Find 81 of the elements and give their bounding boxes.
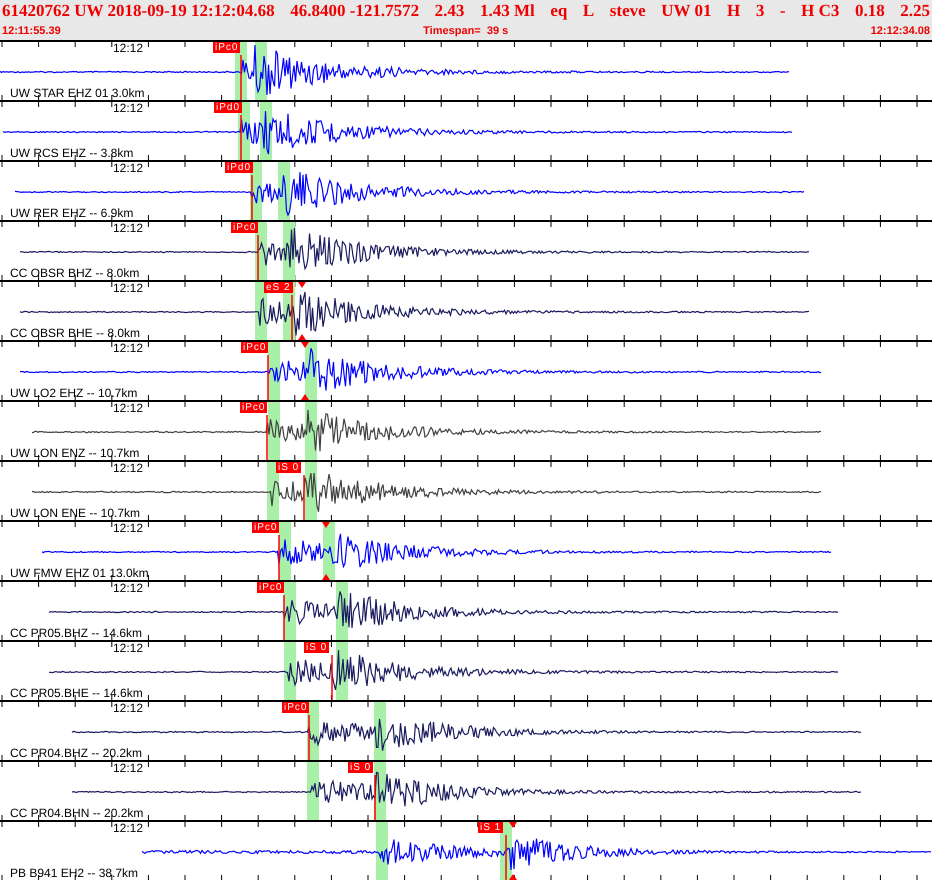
event-info: 2.25 — [900, 0, 930, 22]
pick-line[interactable] — [331, 655, 333, 700]
time-label: 12:12 — [113, 162, 144, 175]
triangle-marker[interactable] — [509, 874, 517, 880]
time-label: 12:12 — [113, 762, 144, 775]
time-label: 12:12 — [113, 522, 144, 535]
station-label: UW LO2 EHZ -- 10.7km — [10, 387, 138, 400]
event-info: steve — [610, 0, 646, 22]
event-info: - — [780, 0, 786, 22]
event-info: H C3 — [801, 0, 840, 22]
event-info: 61420762 UW 2018-09-19 12:12:04.68 — [2, 0, 275, 22]
end-time: 12:12:34.08 — [870, 24, 930, 39]
pick-line[interactable] — [240, 115, 242, 160]
pick-label[interactable]: iPc0 — [240, 402, 268, 413]
pick-line[interactable] — [266, 415, 268, 460]
event-info: eq — [550, 0, 568, 22]
event-info: 3 — [756, 0, 764, 22]
event-info: 2.43 — [434, 0, 464, 22]
station-label: CC PR04.BHZ -- 20.2km — [10, 747, 142, 760]
station-label: UW STAR EHZ 01 3.0km — [10, 87, 144, 100]
time-label: 12:12 — [113, 462, 144, 475]
pick-label[interactable]: iPc0 — [241, 342, 268, 353]
time-label: 12:12 — [113, 402, 144, 415]
event-info: H — [727, 0, 740, 22]
time-label: 12:12 — [113, 702, 144, 715]
station-label: CC OBSR BHZ -- 8.0km — [10, 267, 140, 280]
station-label: PB B941 EH2 -- 38.7km — [10, 867, 138, 880]
station-label: UW FMW EHZ 01 13.0km — [10, 567, 149, 580]
pick-line[interactable] — [303, 475, 305, 520]
pick-label[interactable]: iPc0 — [213, 42, 240, 53]
pick-line[interactable] — [251, 175, 253, 220]
timespan: Timespan= 39 s — [423, 24, 508, 39]
triangle-marker[interactable] — [301, 394, 309, 400]
triangle-marker[interactable] — [509, 822, 517, 828]
pick-label[interactable]: eS 2 — [264, 282, 293, 293]
event-info: 1.43 Ml — [480, 0, 535, 22]
pick-window — [284, 642, 296, 700]
station-label: CC PR04.BHN -- 20.2km — [10, 807, 144, 820]
pick-line[interactable] — [283, 595, 285, 640]
triangle-marker[interactable] — [322, 574, 330, 580]
triangle-marker[interactable] — [301, 342, 309, 348]
event-info: UW 01 — [661, 0, 712, 22]
pick-label[interactable]: iS 0 — [348, 762, 374, 773]
triangle-marker[interactable] — [298, 282, 306, 288]
time-label: 12:12 — [113, 222, 144, 235]
pick-label[interactable]: iPc0 — [252, 522, 280, 533]
time-label: 12:12 — [113, 342, 144, 355]
time-label: 12:12 — [113, 282, 144, 295]
event-info: L — [582, 0, 594, 22]
pick-label[interactable]: iS 0 — [304, 642, 330, 653]
pick-label[interactable]: iS 0 — [276, 462, 302, 473]
pick-line[interactable] — [308, 715, 310, 760]
triangle-marker[interactable] — [322, 522, 330, 528]
time-label: 12:12 — [113, 42, 144, 55]
pick-window — [307, 762, 319, 820]
pick-window — [376, 822, 388, 880]
pick-line[interactable] — [278, 535, 280, 580]
station-label: CC PR05.BHZ -- 14.6km — [10, 627, 142, 640]
event-info: 46.8400 -121.7572 — [290, 0, 420, 22]
time-label: 12:12 — [113, 642, 144, 655]
pick-line[interactable] — [374, 775, 376, 820]
pick-line[interactable] — [291, 295, 293, 340]
pick-label[interactable]: iS 1 — [478, 822, 504, 833]
station-label: UW LON ENE -- 10.7km — [10, 507, 140, 520]
pick-label[interactable]: iPc0 — [282, 702, 310, 713]
station-label: UW RCS EHZ -- 3.8km — [10, 147, 134, 160]
event-info: 0.18 — [854, 0, 885, 22]
triangle-marker[interactable] — [298, 334, 306, 340]
time-label: 12:12 — [113, 822, 144, 835]
start-time: 12:11:55.39 — [2, 24, 61, 39]
station-label: CC PR05.BHE -- 14.6km — [10, 687, 143, 700]
pick-label[interactable]: iPc0 — [257, 582, 284, 593]
pick-label[interactable]: iPc0 — [231, 222, 258, 233]
pick-line[interactable] — [240, 55, 242, 100]
station-label: UW RER EHZ -- 6.9km — [10, 207, 134, 220]
time-label: 12:12 — [113, 102, 144, 115]
station-label: UW LON ENZ -- 10.7km — [10, 447, 140, 460]
pick-label[interactable]: iPd0 — [225, 162, 254, 173]
time-label: 12:12 — [113, 582, 144, 595]
pick-label[interactable]: iPd0 — [214, 102, 242, 113]
station-label: CC OBSR BHE -- 8.0km — [10, 327, 140, 340]
